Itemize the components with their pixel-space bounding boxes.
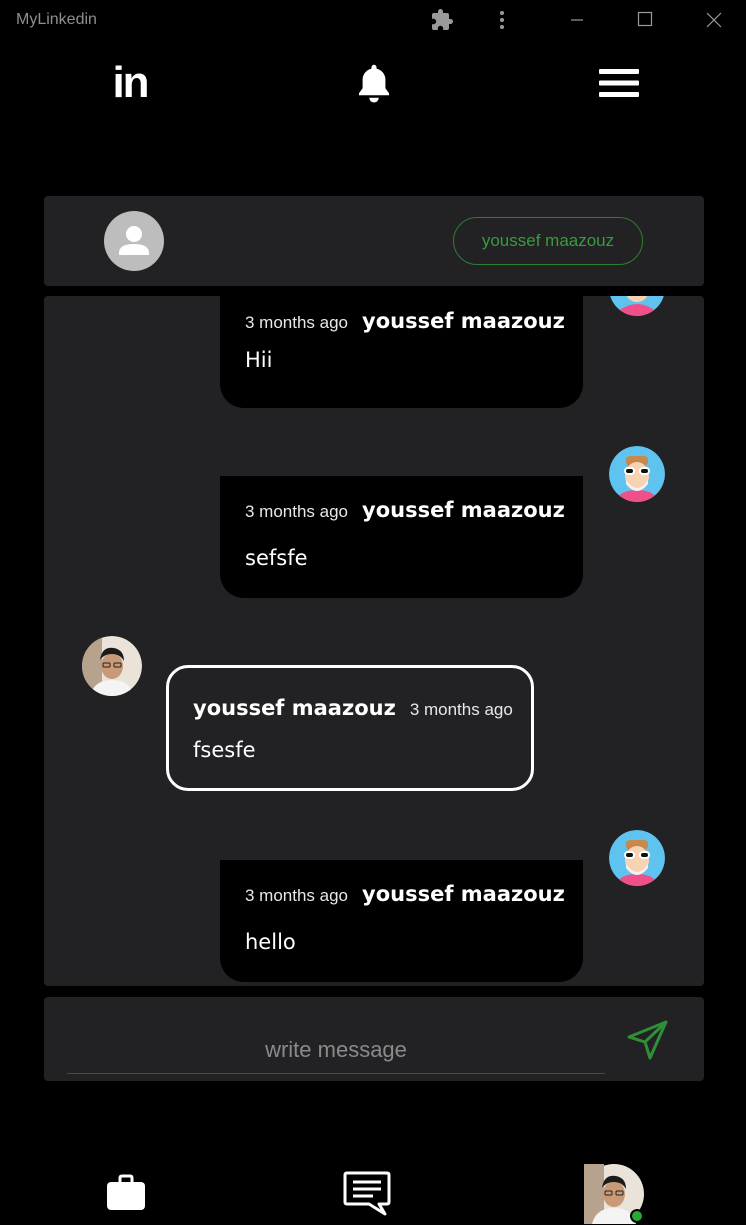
message-author: youssef maazouz (362, 498, 565, 522)
bell-icon (358, 64, 390, 103)
chat-header: youssef maazouz (44, 196, 704, 286)
briefcase-icon[interactable] (106, 1174, 146, 1212)
message-bubble-outgoing: 3 months ago youssef maazouz Hii (220, 296, 583, 408)
extensions-icon[interactable] (430, 8, 454, 32)
menu-icon (599, 69, 639, 97)
message-text: fsesfe (193, 738, 256, 762)
notifications-button[interactable] (354, 60, 394, 106)
message-bubble-incoming: youssef maazouz 3 months ago fsesfe (166, 665, 534, 791)
message-text: hello (245, 930, 296, 954)
default-avatar-icon[interactable] (104, 211, 164, 271)
menu-button[interactable] (598, 60, 640, 106)
message-bubble-outgoing: 3 months ago youssef maazouz hello (220, 860, 583, 982)
user-photo-avatar[interactable] (82, 636, 142, 696)
message-text: Hii (245, 348, 273, 372)
message-author: youssef maazouz (193, 696, 396, 720)
more-vertical-icon[interactable] (490, 8, 514, 32)
linkedin-logo: in (112, 58, 149, 107)
message-time: 3 months ago (409, 700, 513, 719)
chat-icon[interactable] (343, 1170, 391, 1216)
close-icon[interactable] (702, 8, 726, 32)
minimize-icon[interactable] (565, 8, 589, 32)
message-author: youssef maazouz (362, 882, 565, 906)
message-composer (44, 997, 704, 1081)
window-titlebar: MyLinkedin (0, 0, 746, 40)
message-bubble-outgoing: 3 months ago youssef maazouz sefsfe (220, 476, 583, 598)
message-text: sefsfe (245, 546, 308, 570)
linkedin-logo-link[interactable]: in (108, 60, 152, 106)
message-author: youssef maazouz (362, 309, 565, 333)
cartoon-avatar-icon[interactable] (609, 446, 665, 502)
message-time: 3 months ago (245, 886, 349, 905)
online-status-indicator (630, 1209, 644, 1223)
send-icon[interactable] (626, 1019, 670, 1061)
message-list[interactable]: 3 months ago youssef maazouz Hii 3 month… (44, 296, 704, 986)
message-time: 3 months ago (245, 502, 349, 521)
message-time: 3 months ago (245, 313, 349, 332)
cartoon-avatar-icon[interactable] (609, 830, 665, 886)
app-title: MyLinkedin (16, 11, 97, 28)
message-input[interactable] (67, 1027, 605, 1074)
maximize-icon[interactable] (633, 8, 657, 32)
contact-name-chip[interactable]: youssef maazouz (453, 217, 643, 265)
cartoon-avatar-icon[interactable] (609, 296, 665, 316)
